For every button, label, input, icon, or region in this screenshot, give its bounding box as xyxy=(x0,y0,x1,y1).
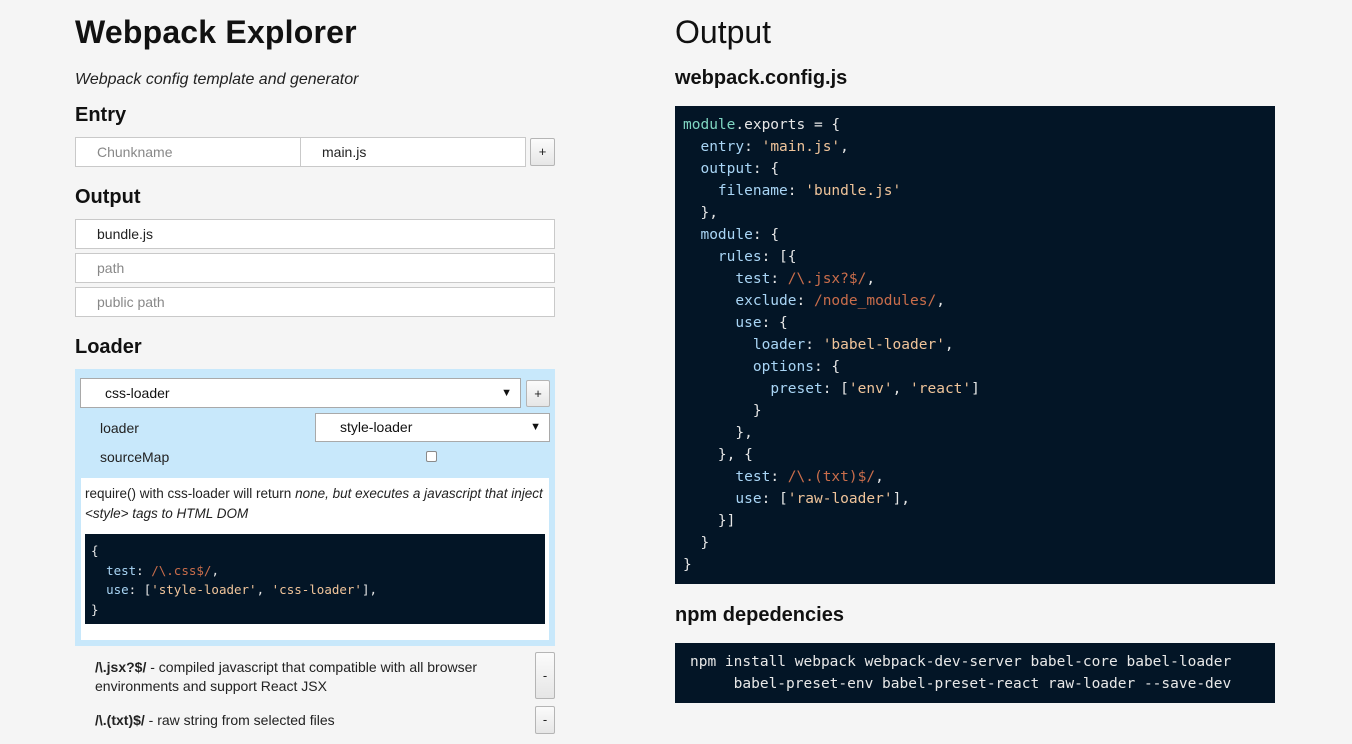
code-use-value-2: 'css-loader' xyxy=(271,582,362,597)
code-rule2-use: 'raw-loader' xyxy=(787,491,893,507)
code-test-value: /\.css$/ xyxy=(151,562,212,578)
rule-item: /\.(txt)$/ - raw string from selected fi… xyxy=(95,711,525,730)
code-preset-v1: 'env' xyxy=(848,381,893,397)
code-entry-key: entry xyxy=(700,139,745,155)
rule-description: - raw string from selected files xyxy=(144,712,335,728)
code-use-key: use xyxy=(735,491,762,507)
code-use-key: use xyxy=(735,315,762,331)
rule-item: /\.jsx?$/ - compiled javascript that com… xyxy=(95,658,525,696)
code-entry-value: 'main.js' xyxy=(761,139,841,155)
code-filename-value: 'bundle.js' xyxy=(805,183,902,199)
app-title: Webpack Explorer xyxy=(75,14,357,50)
sourcemap-label: sourceMap xyxy=(100,449,170,465)
code-test-key: test xyxy=(106,562,137,578)
code-rule2-test: /\.(txt)$/ xyxy=(787,469,876,485)
npm-command-block: npm install webpack webpack-dev-server b… xyxy=(675,643,1275,703)
output-title: Output xyxy=(675,14,772,50)
code-test-key: test xyxy=(735,271,771,287)
remove-rule-button[interactable]: - xyxy=(535,652,555,699)
add-entry-button[interactable]: + xyxy=(530,138,555,166)
rule-description: - compiled javascript that compatible wi… xyxy=(95,659,478,694)
rule-pattern: /\.(txt)$/ xyxy=(95,712,145,728)
dropdown-arrow-icon: ▼ xyxy=(501,387,512,399)
code-preset-v2: 'react' xyxy=(910,381,972,397)
code-output-key: output xyxy=(700,161,753,177)
code-exclude-key: exclude xyxy=(735,293,797,309)
loader-description-text: require() with css-loader will return no… xyxy=(85,484,545,523)
code-module-key: module xyxy=(700,227,753,243)
loader-option-label: loader xyxy=(100,420,139,436)
npm-command-line-1: npm install webpack webpack-dev-server b… xyxy=(690,654,1232,670)
code-loader-value: 'babel-loader' xyxy=(822,337,945,353)
entry-heading: Entry xyxy=(75,104,127,126)
loader-option-select[interactable]: style-loader ▼ xyxy=(315,413,550,442)
sourcemap-checkbox[interactable] xyxy=(426,451,437,462)
config-code-block: module.exports = { entry: 'main.js', out… xyxy=(675,106,1275,584)
code-exports: .exports = { xyxy=(735,117,841,133)
code-test-key: test xyxy=(735,469,771,485)
code-loader-key: loader xyxy=(752,337,806,353)
rule-pattern: /\.jsx?$/ xyxy=(95,659,147,675)
code-module-kw: module xyxy=(683,117,736,133)
config-heading: webpack.config.js xyxy=(675,67,848,89)
dropdown-arrow-icon: ▼ xyxy=(530,421,541,433)
code-preset-key: preset xyxy=(770,381,823,397)
code-rule1-test: /\.jsx?$/ xyxy=(787,271,867,287)
loader-select-value: css-loader xyxy=(105,385,170,401)
output-public-path-input[interactable]: public path xyxy=(75,287,555,317)
description-prefix: require() with css-loader will return xyxy=(85,486,296,501)
code-filename-key: filename xyxy=(717,183,788,199)
entry-file-input[interactable]: main.js xyxy=(300,137,526,167)
app-subtitle: Webpack config template and generator xyxy=(75,71,359,88)
npm-heading: npm depedencies xyxy=(675,604,844,626)
loader-panel: css-loader ▼ + loader style-loader ▼ sou… xyxy=(75,369,555,646)
code-open: { xyxy=(91,543,99,558)
chunkname-input[interactable]: Chunkname xyxy=(75,137,301,167)
loader-heading: Loader xyxy=(75,336,142,358)
code-rules-key: rules xyxy=(717,249,762,265)
loader-option-select-value: style-loader xyxy=(340,419,413,435)
loader-description: require() with css-loader will return no… xyxy=(81,478,549,640)
loader-select[interactable]: css-loader ▼ xyxy=(80,378,521,408)
output-filename-input[interactable]: bundle.js xyxy=(75,219,555,249)
remove-rule-button[interactable]: - xyxy=(535,706,555,734)
code-use-value-1: 'style-loader' xyxy=(151,582,257,597)
code-exclude-value: /node_modules/ xyxy=(813,293,937,309)
npm-command-line-2: babel-preset-env babel-preset-react raw-… xyxy=(733,676,1232,692)
code-options-key: options xyxy=(752,359,814,375)
output-heading: Output xyxy=(75,186,141,208)
loader-code-snippet: { test: /\.css$/, use: ['style-loader', … xyxy=(85,534,545,624)
output-path-input[interactable]: path xyxy=(75,253,555,283)
add-loader-button[interactable]: + xyxy=(526,380,550,407)
code-use-key: use xyxy=(106,582,129,597)
code-close: } xyxy=(91,601,99,617)
